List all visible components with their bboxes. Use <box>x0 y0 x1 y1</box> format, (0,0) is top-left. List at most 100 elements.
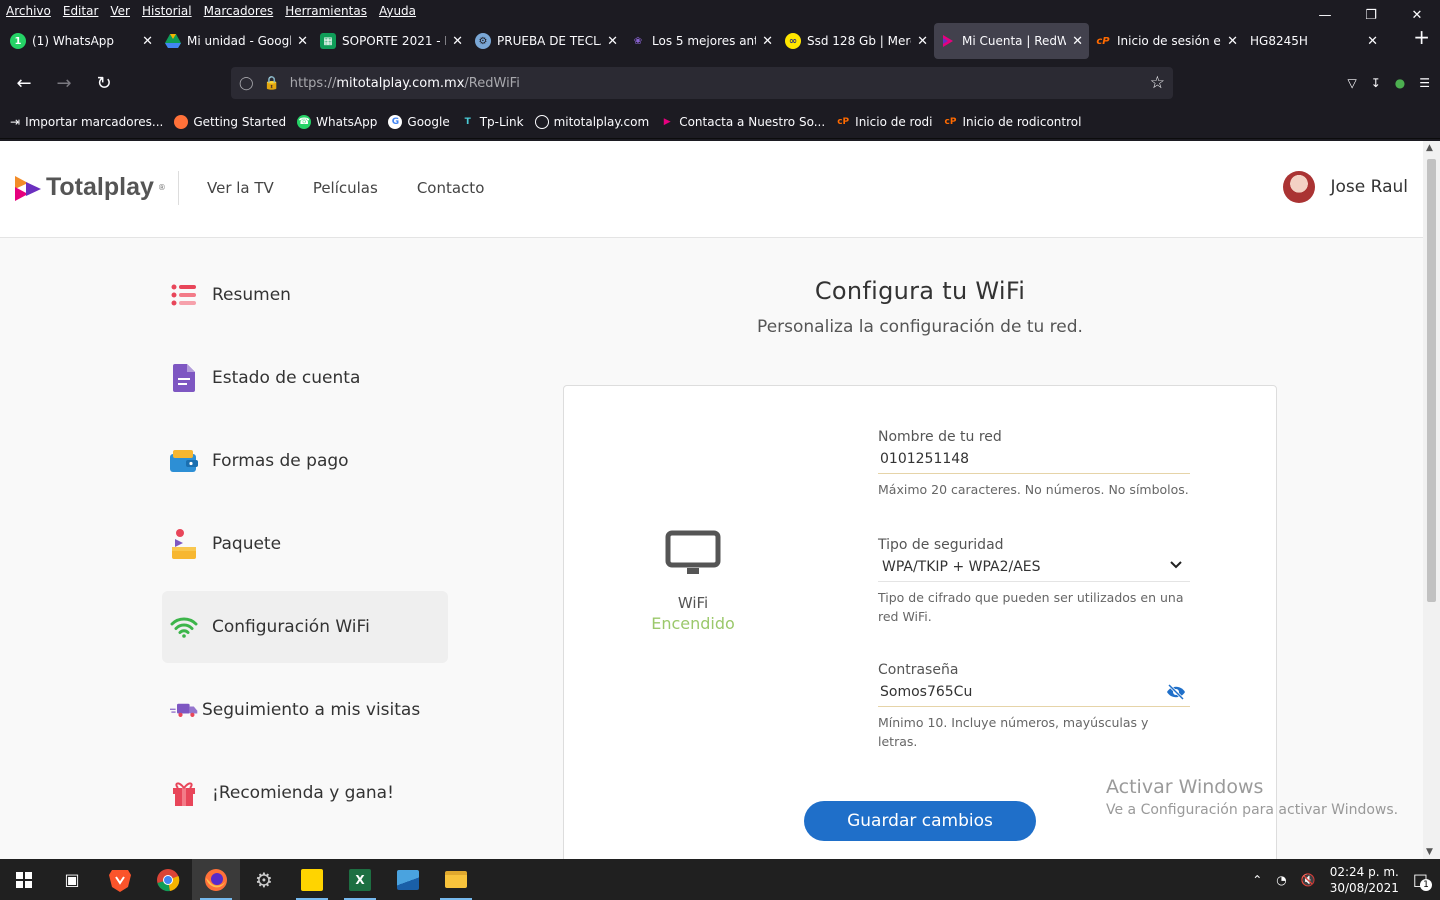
excel-icon: X <box>349 868 371 891</box>
tab-keyboard-test[interactable]: ⚙ PRUEBA DE TECLADO ✕ <box>469 23 624 59</box>
menu-ver[interactable]: Ver <box>110 4 130 18</box>
bookmark-contacta[interactable]: ▶ Contacta a Nuestro So... <box>660 115 825 129</box>
taskbar-app-settings[interactable]: ⚙ <box>240 859 288 900</box>
lock-icon[interactable]: 🔒 <box>264 76 280 91</box>
clock-date: 30/08/2021 <box>1329 880 1399 895</box>
back-icon[interactable]: ← <box>8 67 40 99</box>
taskbar-chrome[interactable] <box>144 859 192 900</box>
sidebar-item-seguimiento-visitas[interactable]: Seguimiento a mis visitas <box>162 674 448 746</box>
nav-peliculas[interactable]: Películas <box>313 179 378 197</box>
hamburger-menu-icon[interactable]: ☰ <box>1419 76 1430 90</box>
pocket-icon[interactable]: ▽ <box>1347 76 1356 90</box>
mercadolibre-icon: ∞ <box>785 33 801 49</box>
bookmark-whatsapp[interactable]: ☎ WhatsApp <box>297 114 377 129</box>
bookmark-mitotalplay[interactable]: mitotalplay.com <box>534 114 649 129</box>
bookmark-tplink[interactable]: T Tp-Link <box>461 115 524 129</box>
bookmark-import[interactable]: ⇥ Importar marcadores... <box>10 115 163 129</box>
menu-editar[interactable]: Editar <box>63 4 99 18</box>
tplink-icon: T <box>464 116 471 127</box>
tab-mi-cuenta[interactable]: Mi Cuenta | RedWiFi ✕ <box>934 23 1089 59</box>
close-tab-icon[interactable]: ✕ <box>142 34 153 49</box>
tab-title: Inicio de sesión en <box>1117 34 1222 48</box>
url-bar[interactable]: ◯ 🔒 https://mitotalplay.com.mx/RedWiFi ☆ <box>231 67 1173 99</box>
menu-historial[interactable]: Historial <box>142 4 192 18</box>
taskbar-photos[interactable] <box>384 859 432 900</box>
forward-icon[interactable]: → <box>48 67 80 99</box>
account-sidebar: Resumen Estado de cuenta Formas de pago … <box>162 259 448 840</box>
sidebar-item-resumen[interactable]: Resumen <box>162 259 448 331</box>
volume-muted-icon[interactable]: 🔇 <box>1301 873 1316 887</box>
bookmark-inicio-rodicontrol[interactable]: cP Inicio de rodicontrol <box>944 115 1082 129</box>
tab-inicio-sesion[interactable]: cP Inicio de sesión en ✕ <box>1089 23 1244 59</box>
tracking-shield-icon[interactable]: ◯ <box>239 76 254 91</box>
tab-google-drive[interactable]: Mi unidad - Google Drive ✕ <box>159 23 314 59</box>
download-icon[interactable]: ↧ <box>1371 76 1381 90</box>
password-input[interactable]: Somos765Cu <box>878 680 1190 707</box>
bookmark-star-icon[interactable]: ☆ <box>1150 73 1165 93</box>
chevron-up-icon[interactable]: ⌃ <box>1252 873 1262 887</box>
close-tab-icon[interactable]: ✕ <box>297 34 308 49</box>
eye-slash-icon[interactable] <box>1166 684 1186 700</box>
whatsapp-icon: ☎ <box>297 114 312 129</box>
sidebar-item-paquete[interactable]: Paquete <box>162 508 448 580</box>
extension-icon[interactable]: ● <box>1395 76 1405 90</box>
sidebar-item-recomienda[interactable]: ¡Recomienda y gana! <box>162 757 448 829</box>
close-tab-icon[interactable]: ✕ <box>1072 34 1083 49</box>
clock[interactable]: 02:24 p. m. 30/08/2021 <box>1330 864 1399 896</box>
security-type-select[interactable]: WPA/TKIP + WPA2/AES <box>878 555 1190 582</box>
network-icon[interactable]: ◔ <box>1276 873 1286 887</box>
menu-herramientas[interactable]: Herramientas <box>285 4 367 18</box>
new-tab-icon[interactable]: + <box>1413 25 1430 49</box>
sidebar-item-configuracion-wifi[interactable]: Configuración WiFi <box>162 591 448 663</box>
task-view-button[interactable]: ▣ <box>48 859 96 900</box>
taskbar-excel[interactable]: X <box>336 859 384 900</box>
close-tab-icon[interactable]: ✕ <box>762 34 773 49</box>
tab-title: Los 5 mejores antivirus <box>652 34 756 48</box>
taskbar-file-explorer[interactable] <box>432 859 480 900</box>
notification-icon[interactable]: □ 1 <box>1413 870 1432 891</box>
scroll-up-icon[interactable]: ▲ <box>1426 143 1433 153</box>
nav-contacto[interactable]: Contacto <box>417 179 485 197</box>
globe-icon <box>534 114 549 129</box>
password-field: Contraseña Somos765Cu Mínimo 10. Incluye… <box>878 662 1190 751</box>
bookmark-inicio-rodi[interactable]: cP Inicio de rodi <box>836 115 932 129</box>
taskbar-sticky-notes[interactable] <box>288 859 336 900</box>
tab-hg8245h[interactable]: HG8245H ✕ <box>1244 23 1384 59</box>
tab-mercadolibre[interactable]: ∞ Ssd 128 Gb | Mercado Libre ✕ <box>779 23 934 59</box>
cp-icon: cP <box>944 116 957 127</box>
sidebar-item-estado-cuenta[interactable]: Estado de cuenta <box>162 342 448 414</box>
totalplay-logo[interactable]: Totalplay ® <box>14 173 166 202</box>
close-tab-icon[interactable]: ✕ <box>1227 34 1238 49</box>
tab-whatsapp[interactable]: 1 (1) WhatsApp ✕ <box>4 23 159 59</box>
nav-ver-la-tv[interactable]: Ver la TV <box>207 179 274 197</box>
tab-sheets[interactable]: ▦ SOPORTE 2021 - Hojas ✕ <box>314 23 469 59</box>
bookmark-getting-started[interactable]: Getting Started <box>174 114 286 129</box>
tab-antivirus[interactable]: ❀ Los 5 mejores antivirus ✕ <box>624 23 779 59</box>
start-button[interactable] <box>0 859 48 900</box>
sidebar-item-formas-pago[interactable]: Formas de pago <box>162 425 448 497</box>
totalplay-icon <box>940 33 956 49</box>
close-tab-icon[interactable]: ✕ <box>917 34 928 49</box>
close-tab-icon[interactable]: ✕ <box>607 34 618 49</box>
menu-archivo[interactable]: Archivo <box>6 4 51 18</box>
network-name-input[interactable]: 0101251148 <box>878 447 1190 474</box>
url-text[interactable]: https://mitotalplay.com.mx/RedWiFi <box>290 76 1140 91</box>
menu-ayuda[interactable]: Ayuda <box>379 4 416 18</box>
registered-mark: ® <box>157 183 166 192</box>
windows-activation-watermark: Activar Windows Ve a Configuración para … <box>1106 776 1398 818</box>
menu-marcadores[interactable]: Marcadores <box>204 4 274 18</box>
close-tab-icon[interactable]: ✕ <box>452 34 463 49</box>
user-menu[interactable]: Jose Raul <box>1282 171 1408 203</box>
reload-icon[interactable]: ↻ <box>88 67 120 99</box>
page-scrollbar[interactable]: ▲ ▼ <box>1423 141 1440 859</box>
save-changes-button[interactable]: Guardar cambios <box>804 801 1036 841</box>
tab-title: Ssd 128 Gb | Mercado Libre <box>807 34 911 48</box>
scrollbar-thumb[interactable] <box>1427 159 1436 602</box>
sheets-icon: ▦ <box>320 33 336 49</box>
taskbar-brave[interactable] <box>96 859 144 900</box>
close-tab-icon[interactable]: ✕ <box>1367 34 1378 49</box>
bookmark-google[interactable]: G Google <box>388 114 450 129</box>
wifi-icon <box>170 613 198 641</box>
scroll-down-icon[interactable]: ▼ <box>1426 847 1433 857</box>
taskbar-firefox[interactable] <box>192 859 240 900</box>
